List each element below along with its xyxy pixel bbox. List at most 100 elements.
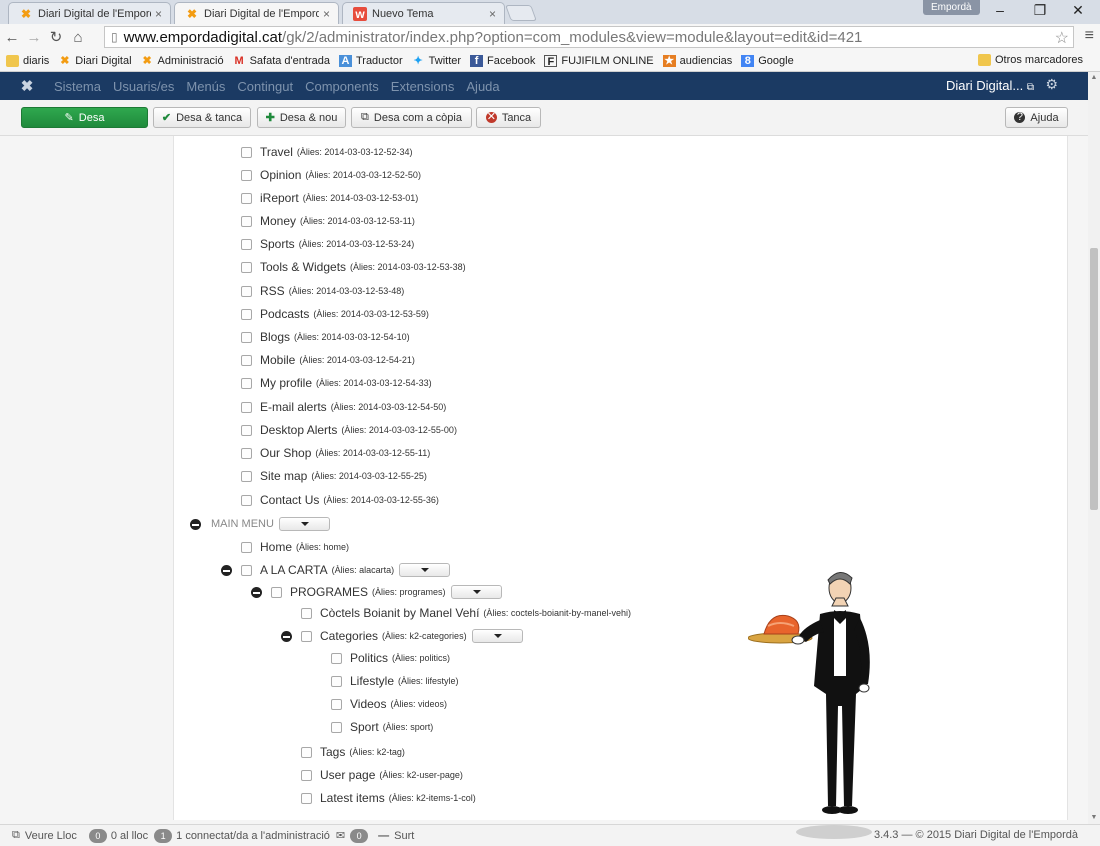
menu-item-checkbox[interactable] xyxy=(241,377,252,389)
menu-item-row[interactable]: Mobile (Àlies: 2014-03-03-12-54-21) xyxy=(241,350,415,370)
menu-item-checkbox[interactable] xyxy=(301,769,312,781)
menu-item-checkbox[interactable] xyxy=(331,721,342,733)
menu-item-row[interactable]: Videos (Àlies: videos) xyxy=(331,694,447,714)
menu-item-checkbox[interactable] xyxy=(301,792,312,804)
save-new-button[interactable]: ✚ Desa & nou xyxy=(257,107,346,128)
menu-item-row[interactable]: Sport (Àlies: sport) xyxy=(331,717,433,737)
menu-icon[interactable]: ≡ xyxy=(1085,27,1094,45)
menu-item-row[interactable]: PROGRAMES (Àlies: programes) xyxy=(271,582,502,602)
menu-item-row[interactable]: Blogs (Àlies: 2014-03-03-12-54-10) xyxy=(241,327,410,347)
menu-item-checkbox[interactable] xyxy=(241,494,252,506)
menu-item-row[interactable]: E-mail alerts (Àlies: 2014-03-03-12-54-50… xyxy=(241,397,446,417)
nav-usuaris[interactable]: Usuaris/es xyxy=(113,79,174,94)
menu-item-checkbox[interactable] xyxy=(241,238,252,250)
menu-item-checkbox[interactable] xyxy=(241,354,252,366)
bookmark-diaris[interactable]: diaris xyxy=(6,54,49,67)
close-button[interactable]: ✕ Tanca xyxy=(476,107,541,128)
menu-item-checkbox[interactable] xyxy=(241,285,252,297)
menu-item-row[interactable]: Sports (Àlies: 2014-03-03-12-53-24) xyxy=(241,234,414,254)
menu-item-checkbox[interactable] xyxy=(241,424,252,436)
bookmark-fujifilm[interactable]: F FUJIFILM ONLINE xyxy=(544,54,654,68)
menu-item-checkbox[interactable] xyxy=(301,607,312,619)
menu-item-row[interactable]: Money (Àlies: 2014-03-03-12-53-11) xyxy=(241,211,415,231)
address-bar[interactable]: ▯ www.empordadigital.cat/gk/2/administra… xyxy=(104,26,1074,48)
bookmark-translator[interactable]: A Traductor xyxy=(338,54,403,67)
collapse-toggle-icon[interactable] xyxy=(281,631,292,642)
gear-icon[interactable]: ⚙ xyxy=(1045,76,1058,93)
menu-item-checkbox[interactable] xyxy=(241,308,252,320)
scroll-up-icon[interactable]: ▲ xyxy=(1088,72,1100,84)
browser-tab[interactable]: w Nuevo Tema × xyxy=(342,2,505,24)
menu-item-checkbox[interactable] xyxy=(331,652,342,664)
menu-item-row[interactable]: Desktop Alerts (Àlies: 2014-03-03-12-55-0… xyxy=(241,420,457,440)
save-button[interactable]: ✎ Desa xyxy=(21,107,148,128)
menu-item-row[interactable]: Travel (Àlies: 2014-03-03-12-52-34) xyxy=(241,142,412,162)
menu-item-row[interactable]: Our Shop (Àlies: 2014-03-03-12-55-11) xyxy=(241,443,430,463)
close-window-icon[interactable]: ✕ xyxy=(1063,2,1093,19)
collapse-toggle-icon[interactable] xyxy=(221,565,232,576)
menu-item-row[interactable]: Contact Us (Àlies: 2014-03-03-12-55-36) xyxy=(241,490,439,510)
menu-item-checkbox[interactable] xyxy=(241,192,252,204)
menu-item-dropdown[interactable] xyxy=(450,585,502,599)
menu-item-row[interactable]: User page (Àlies: k2-user-page) xyxy=(301,765,463,785)
menu-item-checkbox[interactable] xyxy=(241,564,252,576)
menu-item-checkbox[interactable] xyxy=(241,261,252,273)
help-button[interactable]: ? Ajuda xyxy=(1005,107,1068,128)
bookmark-google[interactable]: 8 Google xyxy=(741,54,794,67)
scrollbar-thumb[interactable] xyxy=(1090,248,1098,510)
menu-item-row[interactable]: Podcasts (Àlies: 2014-03-03-12-53-59) xyxy=(241,304,429,324)
menu-item-dropdown[interactable] xyxy=(471,629,523,643)
view-site-link[interactable]: ⧉ Veure Lloc xyxy=(12,829,77,842)
save-copy-button[interactable]: ⧉ Desa com a còpia xyxy=(351,107,472,128)
nav-menus[interactable]: Menús xyxy=(186,79,225,94)
scroll-down-icon[interactable]: ▼ xyxy=(1088,812,1100,824)
save-close-button[interactable]: ✔ Desa & tanca xyxy=(153,107,251,128)
browser-tab-active[interactable]: ✖ Diari Digital de l'Empordà × xyxy=(174,2,339,25)
nav-contingut[interactable]: Contingut xyxy=(237,79,293,94)
menu-options-dropdown[interactable] xyxy=(278,517,330,531)
logout-link[interactable]: — Surt xyxy=(378,830,414,842)
menu-item-checkbox[interactable] xyxy=(241,146,252,158)
menu-item-row[interactable]: Home (Àlies: home) xyxy=(241,537,349,557)
menu-item-checkbox[interactable] xyxy=(331,698,342,710)
bookmark-other[interactable]: Otros marcadores xyxy=(977,54,1083,66)
menu-item-row[interactable]: RSS (Àlies: 2014-03-03-12-53-48) xyxy=(241,281,404,301)
menu-item-row[interactable]: Opinion (Àlies: 2014-03-03-12-52-50) xyxy=(241,165,421,185)
menu-item-checkbox[interactable] xyxy=(271,586,282,598)
menu-item-checkbox[interactable] xyxy=(301,630,312,642)
bookmark-twitter[interactable]: ✦ Twitter xyxy=(412,55,462,67)
menu-item-checkbox[interactable] xyxy=(241,470,252,482)
menu-item-row[interactable]: Tags (Àlies: k2-tag) xyxy=(301,742,405,762)
collapse-toggle-icon[interactable] xyxy=(251,587,262,598)
menu-item-row[interactable]: Politics (Àlies: politics) xyxy=(331,648,450,668)
menu-item-dropdown[interactable] xyxy=(399,563,451,577)
menu-item-row[interactable]: Latest items (Àlies: k2-items-1-col) xyxy=(301,788,476,808)
minimize-icon[interactable]: – xyxy=(985,2,1015,18)
close-icon[interactable]: × xyxy=(489,7,496,21)
bookmark-administracio[interactable]: ✖ Administració xyxy=(141,55,223,67)
home-icon[interactable]: ⌂ xyxy=(68,29,88,46)
nav-ajuda[interactable]: Ajuda xyxy=(466,79,499,94)
menu-item-checkbox[interactable] xyxy=(241,169,252,181)
menu-item-checkbox[interactable] xyxy=(241,541,252,553)
nav-sistema[interactable]: Sistema xyxy=(54,79,101,94)
messages-status[interactable]: ✉ 0 xyxy=(336,828,372,843)
profile-badge[interactable]: Empordà xyxy=(923,0,980,15)
bookmark-audiencias[interactable]: ★ audiencias xyxy=(662,54,732,67)
page-scrollbar[interactable]: ▲ ▼ xyxy=(1088,72,1100,824)
menu-item-checkbox[interactable] xyxy=(241,401,252,413)
collapse-toggle-icon[interactable] xyxy=(190,519,201,530)
menu-item-row[interactable]: iReport (Àlies: 2014-03-03-12-53-01) xyxy=(241,188,418,208)
reload-icon[interactable]: ↻ xyxy=(46,28,66,46)
back-icon[interactable]: ← xyxy=(2,29,22,46)
browser-tab[interactable]: ✖ Diari Digital de l'Empordà × xyxy=(8,2,171,24)
bookmark-inbox[interactable]: M Safata d'entrada xyxy=(233,55,329,67)
bookmark-facebook[interactable]: f Facebook xyxy=(470,54,535,67)
menu-item-checkbox[interactable] xyxy=(301,746,312,758)
menu-item-row[interactable]: Tools & Widgets (Àlies: 2014-03-03-12-53-… xyxy=(241,257,466,277)
nav-components[interactable]: Components xyxy=(305,79,379,94)
forward-icon[interactable]: → xyxy=(24,29,44,46)
menu-item-checkbox[interactable] xyxy=(241,447,252,459)
new-tab-button[interactable] xyxy=(505,5,537,21)
bookmark-diari-digital[interactable]: ✖ Diari Digital xyxy=(58,55,131,67)
